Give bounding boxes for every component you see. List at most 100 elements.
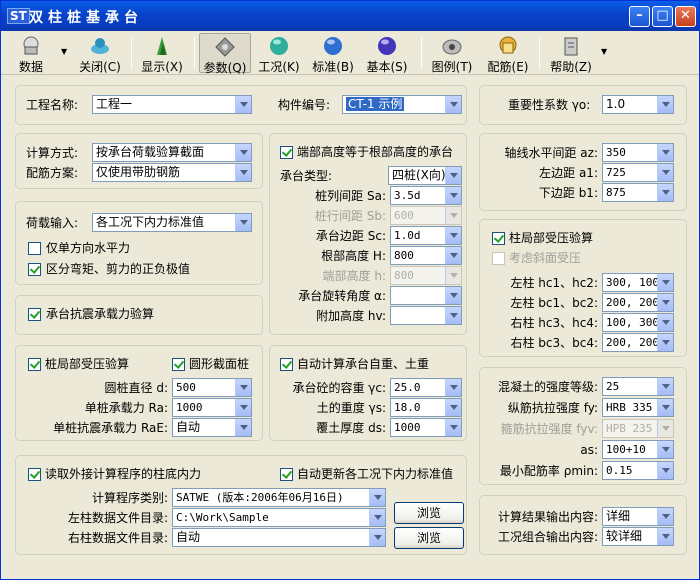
chevron-down-icon[interactable] — [657, 164, 673, 181]
right-dir-combo[interactable]: 自动 — [172, 528, 386, 547]
chevron-down-icon[interactable] — [235, 96, 251, 113]
sc-combo[interactable]: 1.0d — [390, 226, 462, 245]
pile-capacity-combo[interactable]: 1000 — [172, 398, 252, 417]
chevron-down-icon[interactable] — [369, 489, 385, 506]
chevron-down-icon[interactable] — [445, 419, 461, 436]
chevron-down-icon[interactable] — [657, 378, 673, 395]
importance-combo[interactable]: 1.0 — [602, 95, 674, 114]
chevron-down-icon[interactable] — [445, 96, 461, 113]
uniaxial-checkbox[interactable] — [28, 242, 41, 255]
chevron-down-icon[interactable] — [445, 287, 461, 304]
chevron-down-icon[interactable] — [445, 399, 461, 416]
calc-method-combo[interactable]: 按承台荷载验算截面 — [92, 143, 252, 162]
chevron-down-icon[interactable] — [657, 184, 673, 201]
standard-icon — [324, 37, 342, 55]
help-tool[interactable]: 帮助(Z) — [547, 33, 595, 74]
pile-local-checkbox[interactable] — [28, 358, 41, 371]
chevron-down-icon[interactable] — [657, 399, 673, 416]
data-dropdown-icon[interactable]: ▼ — [61, 47, 67, 56]
read-external-checkbox[interactable] — [28, 468, 41, 481]
concrete-grade-combo[interactable]: 25 — [602, 377, 674, 396]
result-output-combo[interactable]: 详细 — [602, 507, 674, 526]
project-name-combo[interactable]: 工程一 — [92, 95, 252, 114]
chevron-down-icon[interactable] — [235, 164, 251, 181]
cap-type-combo[interactable]: 四桩(X向) — [388, 166, 462, 185]
chevron-down-icon[interactable] — [657, 96, 673, 113]
distinguish-checkbox[interactable] — [28, 263, 41, 276]
chevron-down-icon[interactable] — [369, 509, 385, 526]
sa-combo[interactable]: 3.5d — [390, 186, 462, 205]
maximize-button[interactable]: □ — [652, 6, 673, 27]
program-type-combo[interactable]: SATWE (版本:2006年06月16日) — [172, 488, 386, 507]
az-combo[interactable]: 350 — [602, 143, 674, 162]
extra-height-combo[interactable] — [390, 306, 462, 325]
chevron-down-icon[interactable] — [657, 462, 673, 479]
rebar-scheme-combo[interactable]: 仅使用带肋钢筋 — [92, 163, 252, 182]
chevron-down-icon[interactable] — [445, 227, 461, 244]
chevron-down-icon[interactable] — [657, 314, 673, 331]
combo-output-combo[interactable]: 较详细 — [602, 527, 674, 546]
legend-tool[interactable]: 图例(T) — [427, 33, 477, 74]
chevron-down-icon[interactable] — [235, 144, 251, 161]
help-dropdown-icon[interactable]: ▼ — [601, 47, 607, 56]
chevron-down-icon[interactable] — [445, 307, 461, 324]
basic-tool[interactable]: 基本(S) — [363, 33, 411, 74]
end-height-checkbox[interactable] — [280, 146, 293, 159]
root-height-combo[interactable]: 800 — [390, 246, 462, 265]
fy-combo[interactable]: HRB 335 — [602, 398, 674, 417]
chevron-down-icon[interactable] — [235, 419, 251, 436]
chevron-down-icon[interactable] — [657, 294, 673, 311]
hc12-combo[interactable]: 300, 100 — [602, 273, 674, 292]
standard-tool[interactable]: 标准(B) — [309, 33, 357, 74]
chevron-down-icon[interactable] — [657, 334, 673, 351]
seismic-group: 承台抗震承载力验算 — [15, 295, 263, 335]
as-combo[interactable]: 100+10 — [602, 440, 674, 459]
cover-depth-combo[interactable]: 1000 — [390, 418, 462, 437]
chevron-down-icon[interactable] — [445, 379, 461, 396]
rotation-combo[interactable] — [390, 286, 462, 305]
load-input-combo[interactable]: 各工况下内力标准值 — [92, 213, 252, 232]
browse-right-button[interactable]: 浏览 — [394, 527, 464, 549]
chevron-down-icon[interactable] — [657, 441, 673, 458]
minimize-button[interactable]: – — [629, 6, 650, 27]
left-dir-combo[interactable]: C:\Work\Sample — [172, 508, 386, 527]
auto-update-checkbox[interactable] — [280, 468, 293, 481]
data-tool[interactable]: 数据 — [9, 33, 53, 74]
close-tool[interactable]: 关闭(C) — [75, 33, 125, 74]
chevron-down-icon[interactable] — [445, 247, 461, 264]
chevron-down-icon[interactable] — [445, 167, 461, 184]
display-tool[interactable]: 显示(X) — [137, 33, 187, 74]
circular-section-checkbox[interactable] — [172, 358, 185, 371]
params-tool[interactable]: 参数(Q) — [199, 33, 251, 75]
pile-diameter-combo[interactable]: 500 — [172, 378, 252, 397]
bc34-combo[interactable]: 200, 200 — [602, 333, 674, 352]
rebar-tool[interactable]: 配筋(E) — [483, 33, 533, 74]
hc34-combo[interactable]: 100, 300 — [602, 313, 674, 332]
chevron-down-icon[interactable] — [657, 508, 673, 525]
seismic-checkbox[interactable] — [28, 308, 41, 321]
cap-group: 端部高度等于根部高度的承台 承台类型: 四桩(X向) 桩列间距 Sa: 3.5d… — [269, 133, 467, 335]
a1-combo[interactable]: 725 — [602, 163, 674, 182]
chevron-down-icon[interactable] — [235, 399, 251, 416]
soil-weight-combo[interactable]: 18.0 — [390, 398, 462, 417]
auto-self-weight-checkbox[interactable] — [280, 358, 293, 371]
chevron-down-icon[interactable] — [657, 274, 673, 291]
b1-combo[interactable]: 875 — [602, 183, 674, 202]
pmin-combo[interactable]: 0.15 — [602, 461, 674, 480]
browse-left-button[interactable]: 浏览 — [394, 502, 464, 524]
chevron-down-icon — [657, 420, 673, 437]
chevron-down-icon[interactable] — [369, 529, 385, 546]
column-local-checkbox[interactable] — [492, 232, 505, 245]
member-id-combo[interactable]: CT-1 示例 — [342, 95, 462, 114]
concrete-weight-combo[interactable]: 25.0 — [390, 378, 462, 397]
chevron-down-icon[interactable] — [235, 214, 251, 231]
pile-seismic-capacity-combo[interactable]: 自动 — [172, 418, 252, 437]
main-window: ST 双柱桩基承台 – □ ✕ 数据 ▼ 关闭(C) 显示(X) 参数(Q) 工… — [0, 0, 700, 580]
chevron-down-icon[interactable] — [657, 528, 673, 545]
chevron-down-icon[interactable] — [445, 187, 461, 204]
chevron-down-icon[interactable] — [657, 144, 673, 161]
close-window-button[interactable]: ✕ — [675, 6, 696, 27]
bc12-combo[interactable]: 200, 200 — [602, 293, 674, 312]
chevron-down-icon[interactable] — [235, 379, 251, 396]
loadcase-tool[interactable]: 工况(K) — [255, 33, 303, 74]
